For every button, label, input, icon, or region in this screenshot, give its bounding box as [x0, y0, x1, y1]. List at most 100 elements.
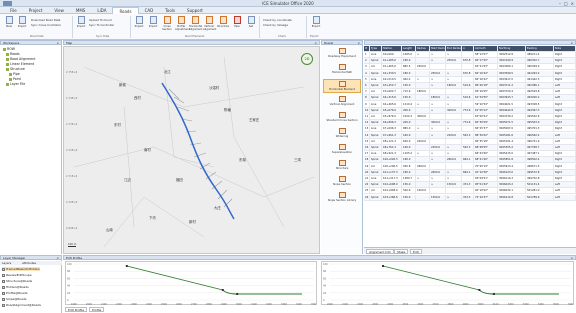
tool-horizontal-element[interactable]: Horizontal Element	[323, 79, 361, 93]
table-row[interactable]: 5 Line K2+510.5 942.2 ∞ ∞ ∞ 84°16'22" 3093617.0 4…	[364, 76, 576, 83]
column-header[interactable]: Type	[370, 46, 382, 51]
project-button[interactable]: Project	[133, 16, 145, 34]
map-canvas[interactable]: 北江 新城 西村 沙滘村 陈塘 王家庄 东村 南村 江边 福田 东湖 三湾 大庄…	[63, 46, 320, 254]
checkbox-icon[interactable]	[2, 303, 5, 307]
upload-to-cloud[interactable]: Upload To Cloud	[89, 18, 112, 22]
map-tab[interactable]: Map ×	[63, 40, 320, 45]
pvi-marker[interactable]	[125, 265, 128, 267]
minimize-button[interactable]: –	[559, 1, 561, 6]
table-row[interactable]: 7 Arc K3+602.7 712.9 1800.0 84°16'05" 3093720.…	[364, 89, 576, 96]
table-row[interactable]: 1 Line K0+000 1285.0 ∞ ∞ ∞ 58°12'07" 3092512.8 48…	[364, 52, 576, 58]
menu-project[interactable]: Project	[23, 7, 49, 14]
maximize-button[interactable]: □	[564, 1, 568, 6]
tab-layers[interactable]: Layers	[0, 261, 11, 265]
table-row[interactable]: 18 Spiral K10+026.5 180.0 ∞ 2600.0 684.1 68°41'…	[364, 157, 576, 164]
profile-chart-left[interactable]: 100 80 60 40 20 0 1900 2000 2100 2200 2300 2400 2500…	[65, 261, 317, 306]
table-row[interactable]: 2 Spiral K1+285.0 180.0 ∞ 2500.0 670.8 60°17'45…	[364, 58, 576, 65]
tool-slope-section[interactable]: Slope Section	[323, 175, 361, 189]
tab-edit-profile[interactable]: Edit Profile	[65, 307, 88, 312]
view-mode-badge[interactable]: 2D	[301, 53, 313, 65]
checkbox-icon[interactable]	[2, 267, 5, 271]
close-icon[interactable]: ×	[570, 41, 573, 45]
tab-attributes[interactable]: Attributes	[12, 261, 36, 265]
tab-stake[interactable]: Stake	[394, 249, 409, 254]
horizontal-alignment-button[interactable]: Horizontal Alignment	[189, 16, 202, 34]
table-row[interactable]: 15 Arc K8+121.3 640.0 2200.0 84°35'18" 3095191…	[364, 138, 576, 145]
profile-line[interactable]	[126, 265, 302, 295]
checkbox-icon[interactable]	[2, 285, 5, 289]
table-row[interactable]: 19 Arc K10+206.5 930.8 2600.0 70°40'19" 309591…	[364, 163, 576, 170]
check-by-mileage[interactable]: Check by mileage	[263, 23, 288, 27]
menu-view[interactable]: View	[48, 7, 70, 14]
close-icon[interactable]: ×	[357, 41, 360, 45]
checkbox-icon[interactable]	[2, 279, 5, 283]
column-header[interactable]: Radius	[416, 46, 430, 51]
column-header[interactable]: End Radius	[446, 46, 462, 51]
profile-adjustment-button[interactable]: Profile Adjustment	[175, 16, 190, 34]
checkbox-icon[interactable]	[2, 297, 5, 301]
tool-vertical-alignment[interactable]: Vertical Alignment	[323, 95, 361, 109]
tab-edit[interactable]: Edit	[410, 249, 422, 254]
pvi-marker[interactable]	[492, 293, 495, 295]
column-header[interactable]: Easting	[526, 46, 554, 51]
pipe-button[interactable]: Pipe	[231, 16, 243, 34]
import-elements-button[interactable]: Import	[147, 16, 159, 34]
table-row[interactable]: 8 Spiral K4+315.6 150.0 1800.0 ∞ 519.6 61°34'50…	[364, 95, 576, 102]
import-road-button[interactable]: Import	[16, 16, 28, 34]
checkbox-icon[interactable]	[2, 273, 5, 277]
tool-widening[interactable]: Widening	[323, 127, 361, 141]
layer-item[interactable]: Slope@Roads	[2, 297, 26, 301]
menu-tools[interactable]: Tools	[159, 7, 181, 14]
tree-item-structure[interactable]: Structure	[6, 67, 25, 71]
download-road-data[interactable]: Download Road Data	[31, 18, 60, 22]
menu-file[interactable]: File	[4, 7, 23, 14]
table-row[interactable]: 9 Line K4+465.6 1210.4 ∞ ∞ ∞ 59°10'54" 3094021.5…	[364, 101, 576, 108]
column-header[interactable]: A	[462, 46, 474, 51]
layer-item[interactable]: Hidden@Roads	[2, 285, 29, 289]
table-row[interactable]: 6 Spiral K3+452.7 150.0 ∞ 1800.0 519.6 86°40'18…	[364, 83, 576, 89]
column-header[interactable]: Northing	[498, 46, 526, 51]
tree-item-linear-element[interactable]: Linear Element	[6, 62, 34, 66]
tool-horizontal-path[interactable]: Horizontal Path	[323, 63, 361, 77]
table-row[interactable]: 14 Spiral K7+961.3 160.0 ∞ 2200.0 593.3 86°30'0…	[364, 132, 576, 139]
table-row[interactable]: 13 Line K7+096.3 865.0 ∞ ∞ ∞ 84°25'37" 3095097.6…	[364, 126, 576, 133]
check-by-coordinate[interactable]: Check by coordinate	[263, 18, 292, 22]
set-button[interactable]: Set	[245, 16, 257, 34]
layer-item[interactable]: TrainedBasin01Hidden	[2, 267, 40, 271]
tool-roadway-equipment[interactable]: Roadway Equipment	[323, 47, 361, 61]
tree-item-row[interactable]: ROW	[3, 47, 15, 51]
tree-item-pipe[interactable]: Pipe	[9, 72, 20, 76]
tree-item-point[interactable]: Point	[9, 77, 21, 81]
table-row[interactable]: 10 Spiral K5+676.0 200.0 ∞ 3000.0 774.6 61°05'1…	[364, 107, 576, 114]
profile-chart-right[interactable]: 100 80 60 40 20 0 2000 2100 2200 2300 2400 2500 2600…	[321, 261, 574, 306]
tree-item-layer-file[interactable]: Layer File	[6, 82, 25, 86]
tool-structure[interactable]: Structure	[323, 159, 361, 173]
tool-superelevation[interactable]: Superelevation	[323, 143, 361, 157]
tab-profile[interactable]: Profile	[89, 307, 105, 312]
column-header[interactable]: Start Radius	[430, 46, 446, 51]
layer-item[interactable]: Structure@Roads	[2, 279, 32, 283]
vertical-alignment-button[interactable]: Vertical Alignment	[203, 16, 216, 34]
table-row[interactable]: 17 Line K8+921.3 1105.2 ∞ ∞ ∞ 66°43'40" 3095415.…	[364, 151, 576, 158]
column-header[interactable]: Station	[382, 46, 402, 51]
profile-line[interactable]	[382, 265, 559, 295]
close-icon[interactable]: ×	[56, 41, 59, 45]
column-header[interactable]: Length	[402, 46, 416, 51]
close-icon[interactable]: ×	[570, 256, 573, 260]
table-row[interactable]: 12 Spiral K6+896.3 200.0 3000.0 ∞ 774.6 82°30'0…	[364, 120, 576, 127]
menu-roads[interactable]: Roads	[112, 6, 139, 14]
table-row[interactable]: 24 Spiral K13+368.6 150.0 1500.0 ∞ 474.3 72°16'…	[364, 194, 576, 201]
table-row[interactable]: 3 Arc K1+465.0 865.5 2500.0 62°21'03" 3093280.…	[364, 64, 576, 71]
menu-cad[interactable]: CAD	[139, 7, 160, 14]
cross-section-button[interactable]: Cross Section	[161, 16, 173, 34]
menu-support[interactable]: Support	[181, 7, 209, 14]
layer-item[interactable]: ReviewEditScope	[2, 273, 32, 277]
table-row[interactable]: 11 Arc K5+876.0 1020.3 3000.0 63°00'41" 309473…	[364, 114, 576, 120]
tool-standard-cross-section[interactable]: Standard Cross Section	[323, 111, 361, 125]
table-row[interactable]: 23 Arc K12+848.0 520.6 1500.0 92°10'02" 309603…	[364, 188, 576, 195]
close-icon[interactable]: ×	[56, 256, 59, 260]
menu-lida[interactable]: LiDA	[91, 7, 112, 14]
checkbox-icon[interactable]	[2, 291, 5, 295]
layer-item[interactable]: RoadAlignment@Roads	[2, 303, 41, 307]
sync-cross-controller[interactable]: Sync Cross Controller	[31, 23, 61, 27]
